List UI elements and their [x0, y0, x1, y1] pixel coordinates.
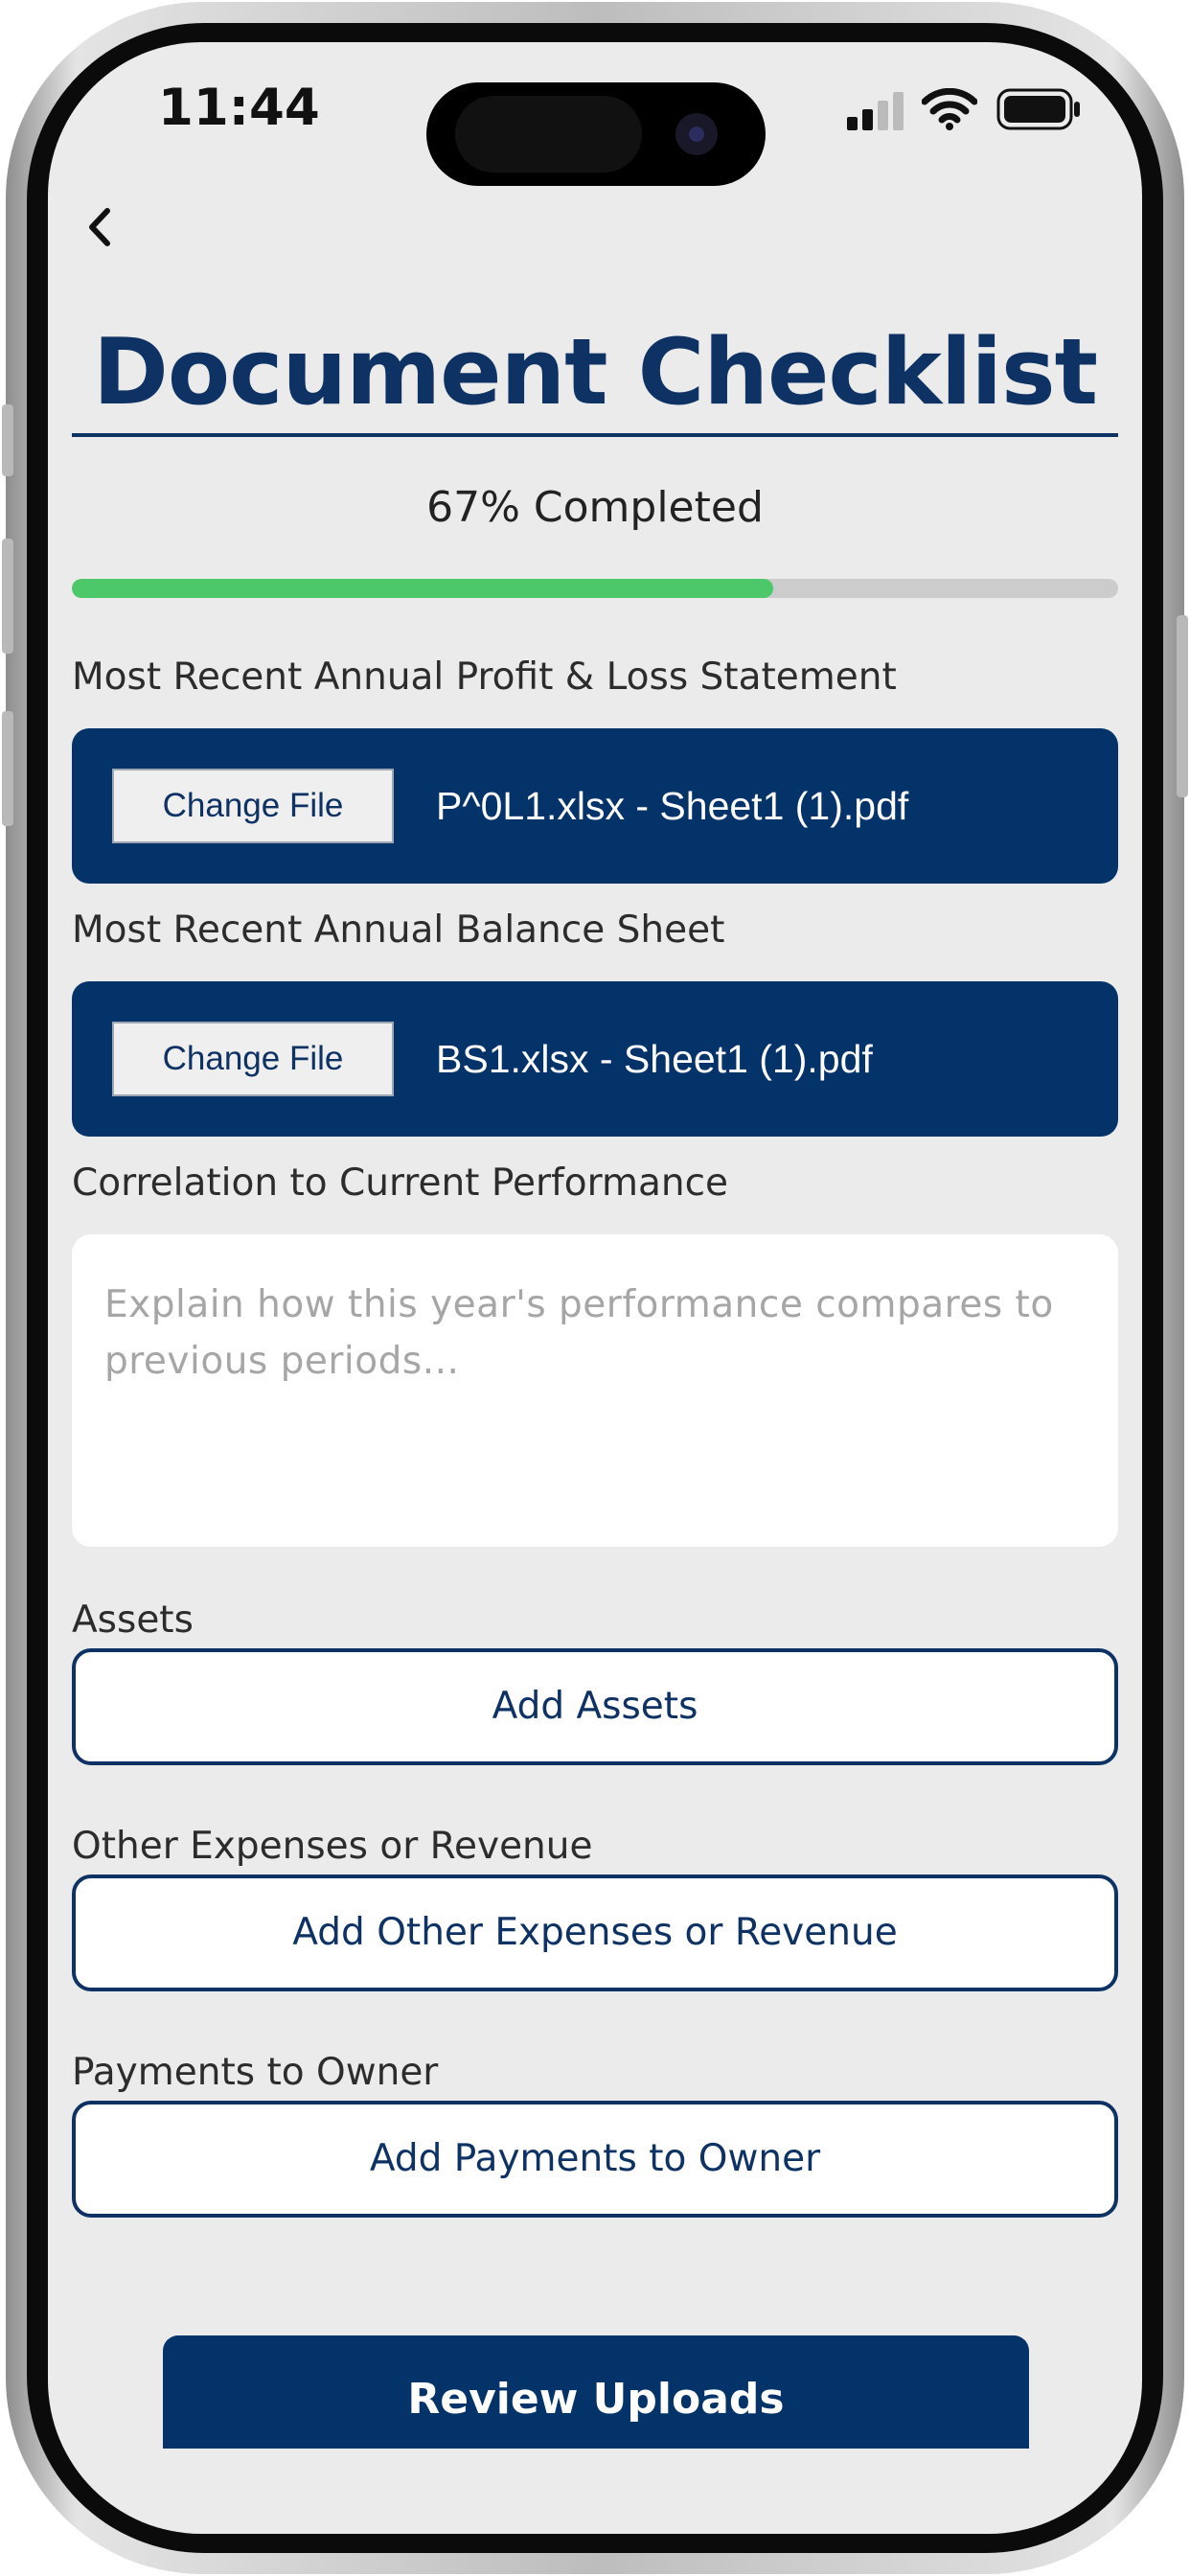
progress-bar: [72, 579, 1118, 598]
add-other-expenses-button[interactable]: Add Other Expenses or Revenue: [72, 1874, 1118, 1991]
profit-loss-upload: Change File P^0L1.xlsx - Sheet1 (1).pdf: [72, 728, 1118, 884]
add-payments-owner-button[interactable]: Add Payments to Owner: [72, 2101, 1118, 2218]
power-button: [1177, 615, 1188, 797]
correlation-label: Correlation to Current Performance: [72, 1162, 729, 1205]
volume-down-button: [2, 711, 13, 826]
signal-icon: [847, 92, 904, 130]
page-title: Document Checklist: [93, 320, 1098, 426]
progress-label: 67% Completed: [426, 483, 764, 532]
status-time: 11:44: [158, 79, 320, 137]
uploaded-filename: BS1.xlsx - Sheet1 (1).pdf: [436, 1037, 873, 1081]
battery-icon: [996, 88, 1080, 130]
volume-up-button: [2, 539, 13, 654]
correlation-textarea[interactable]: Explain how this year's performance comp…: [72, 1234, 1118, 1547]
title-divider: [72, 433, 1118, 437]
change-file-button[interactable]: Change File: [112, 1022, 394, 1096]
assets-label: Assets: [72, 1598, 194, 1642]
action-button: [2, 404, 13, 476]
add-assets-button[interactable]: Add Assets: [72, 1648, 1118, 1765]
dynamic-island: [426, 82, 766, 186]
wifi-icon: [922, 88, 977, 130]
app-screen: 11:44 Document Checklist 67% Completed M…: [48, 42, 1142, 2534]
front-camera: [675, 113, 718, 155]
payments-owner-label: Payments to Owner: [72, 2051, 439, 2094]
review-uploads-button[interactable]: Review Uploads: [163, 2335, 1029, 2449]
back-chevron-icon[interactable]: [69, 196, 132, 259]
profit-loss-label: Most Recent Annual Profit & Loss Stateme…: [72, 656, 897, 699]
change-file-button[interactable]: Change File: [112, 769, 394, 843]
uploaded-filename: P^0L1.xlsx - Sheet1 (1).pdf: [436, 784, 909, 828]
balance-sheet-label: Most Recent Annual Balance Sheet: [72, 908, 725, 952]
balance-sheet-upload: Change File BS1.xlsx - Sheet1 (1).pdf: [72, 981, 1118, 1137]
other-expenses-label: Other Expenses or Revenue: [72, 1825, 593, 1868]
progress-fill: [72, 579, 773, 598]
